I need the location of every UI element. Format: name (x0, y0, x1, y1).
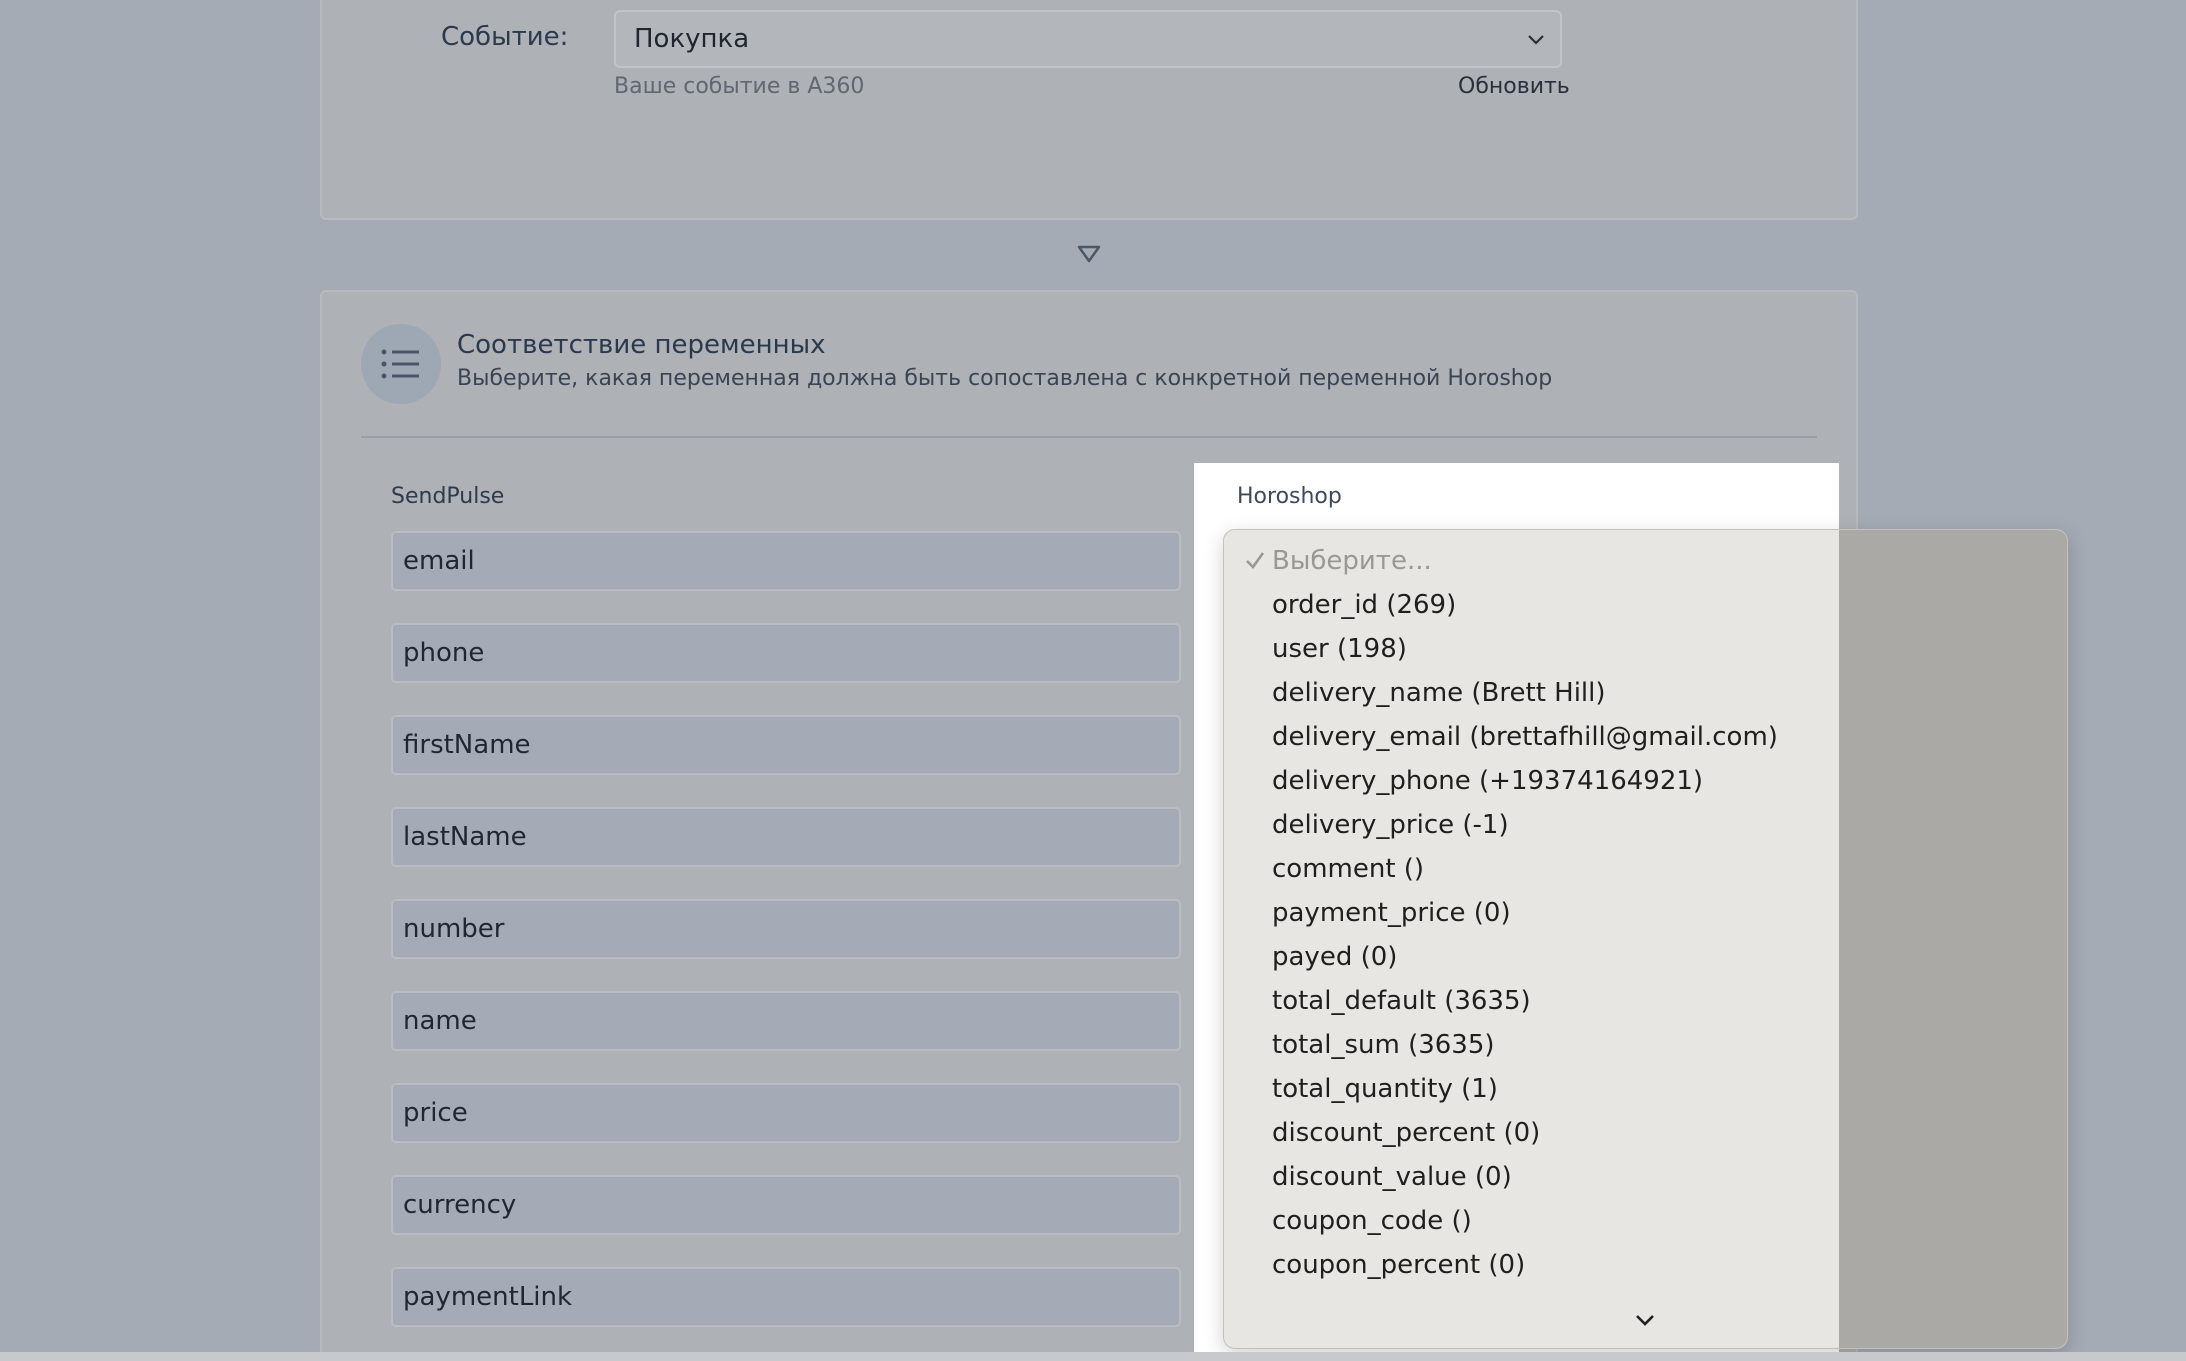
dropdown-option[interactable]: payment_price (0) (1272, 898, 1511, 928)
dropdown-option[interactable]: coupon_percent (0) (1272, 1250, 1525, 1280)
dropdown-option[interactable]: order_id (269) (1272, 590, 1456, 620)
section-subtitle: Выберите, какая переменная должна быть с… (457, 366, 1553, 391)
dropdown-option[interactable]: discount_value (0) (1272, 1162, 1512, 1192)
event-select[interactable]: Покупка (614, 10, 1562, 68)
bottom-scroll-edge (0, 1352, 2186, 1361)
dropdown-option-placeholder[interactable]: Выберите... (1272, 546, 1432, 576)
chevron-down-icon (1528, 35, 1544, 45)
dropdown-option[interactable]: delivery_phone (+19374164921) (1272, 766, 1703, 796)
dropdown-option[interactable]: delivery_price (-1) (1272, 810, 1509, 840)
dropdown-option[interactable]: delivery_email (brettafhill@gmail.com) (1272, 722, 1778, 752)
event-hint: Ваше событие в A360 (614, 74, 865, 99)
horoshop-dropdown-list[interactable]: Выберите... order_id (269) user (198) de… (1223, 529, 2068, 1349)
dropdown-option[interactable]: discount_percent (0) (1272, 1118, 1540, 1148)
checkmark-icon (1246, 552, 1265, 570)
divider (361, 436, 1817, 438)
triangle-down-icon (1077, 245, 1101, 263)
field-paymentlink[interactable]: paymentLink (391, 1267, 1181, 1327)
field-currency[interactable]: currency (391, 1175, 1181, 1235)
dropdown-option[interactable]: total_quantity (1) (1272, 1074, 1498, 1104)
field-firstname[interactable]: firstName (391, 715, 1181, 775)
field-number[interactable]: number (391, 899, 1181, 959)
dropdown-option[interactable]: payed (0) (1272, 942, 1397, 972)
list-icon (361, 324, 441, 404)
sendpulse-column-label: SendPulse (391, 484, 505, 509)
field-price[interactable]: price (391, 1083, 1181, 1143)
field-name[interactable]: name (391, 991, 1181, 1051)
horoshop-column-label: Horoshop (1237, 484, 1342, 509)
event-select-value: Покупка (634, 24, 750, 54)
field-email[interactable]: email (391, 531, 1181, 591)
dropdown-option[interactable]: delivery_name (Brett Hill) (1272, 678, 1606, 708)
dropdown-option[interactable]: coupon_code () (1272, 1206, 1472, 1236)
page: Событие: Покупка Ваше событие в A360 Обн… (0, 0, 2186, 1361)
field-lastname[interactable]: lastName (391, 807, 1181, 867)
dropdown-option[interactable]: user (198) (1272, 634, 1407, 664)
dropdown-overlay-shade (1839, 530, 2067, 1348)
dropdown-option[interactable]: total_default (3635) (1272, 986, 1531, 1016)
refresh-link[interactable]: Обновить (1458, 74, 1570, 99)
dropdown-option[interactable]: comment () (1272, 854, 1424, 884)
section-title: Соответствие переменных (457, 330, 826, 360)
chevron-down-icon[interactable] (1634, 1310, 1656, 1330)
field-phone[interactable]: phone (391, 623, 1181, 683)
event-label: Событие: (441, 22, 569, 52)
dropdown-option[interactable]: total_sum (3635) (1272, 1030, 1495, 1060)
